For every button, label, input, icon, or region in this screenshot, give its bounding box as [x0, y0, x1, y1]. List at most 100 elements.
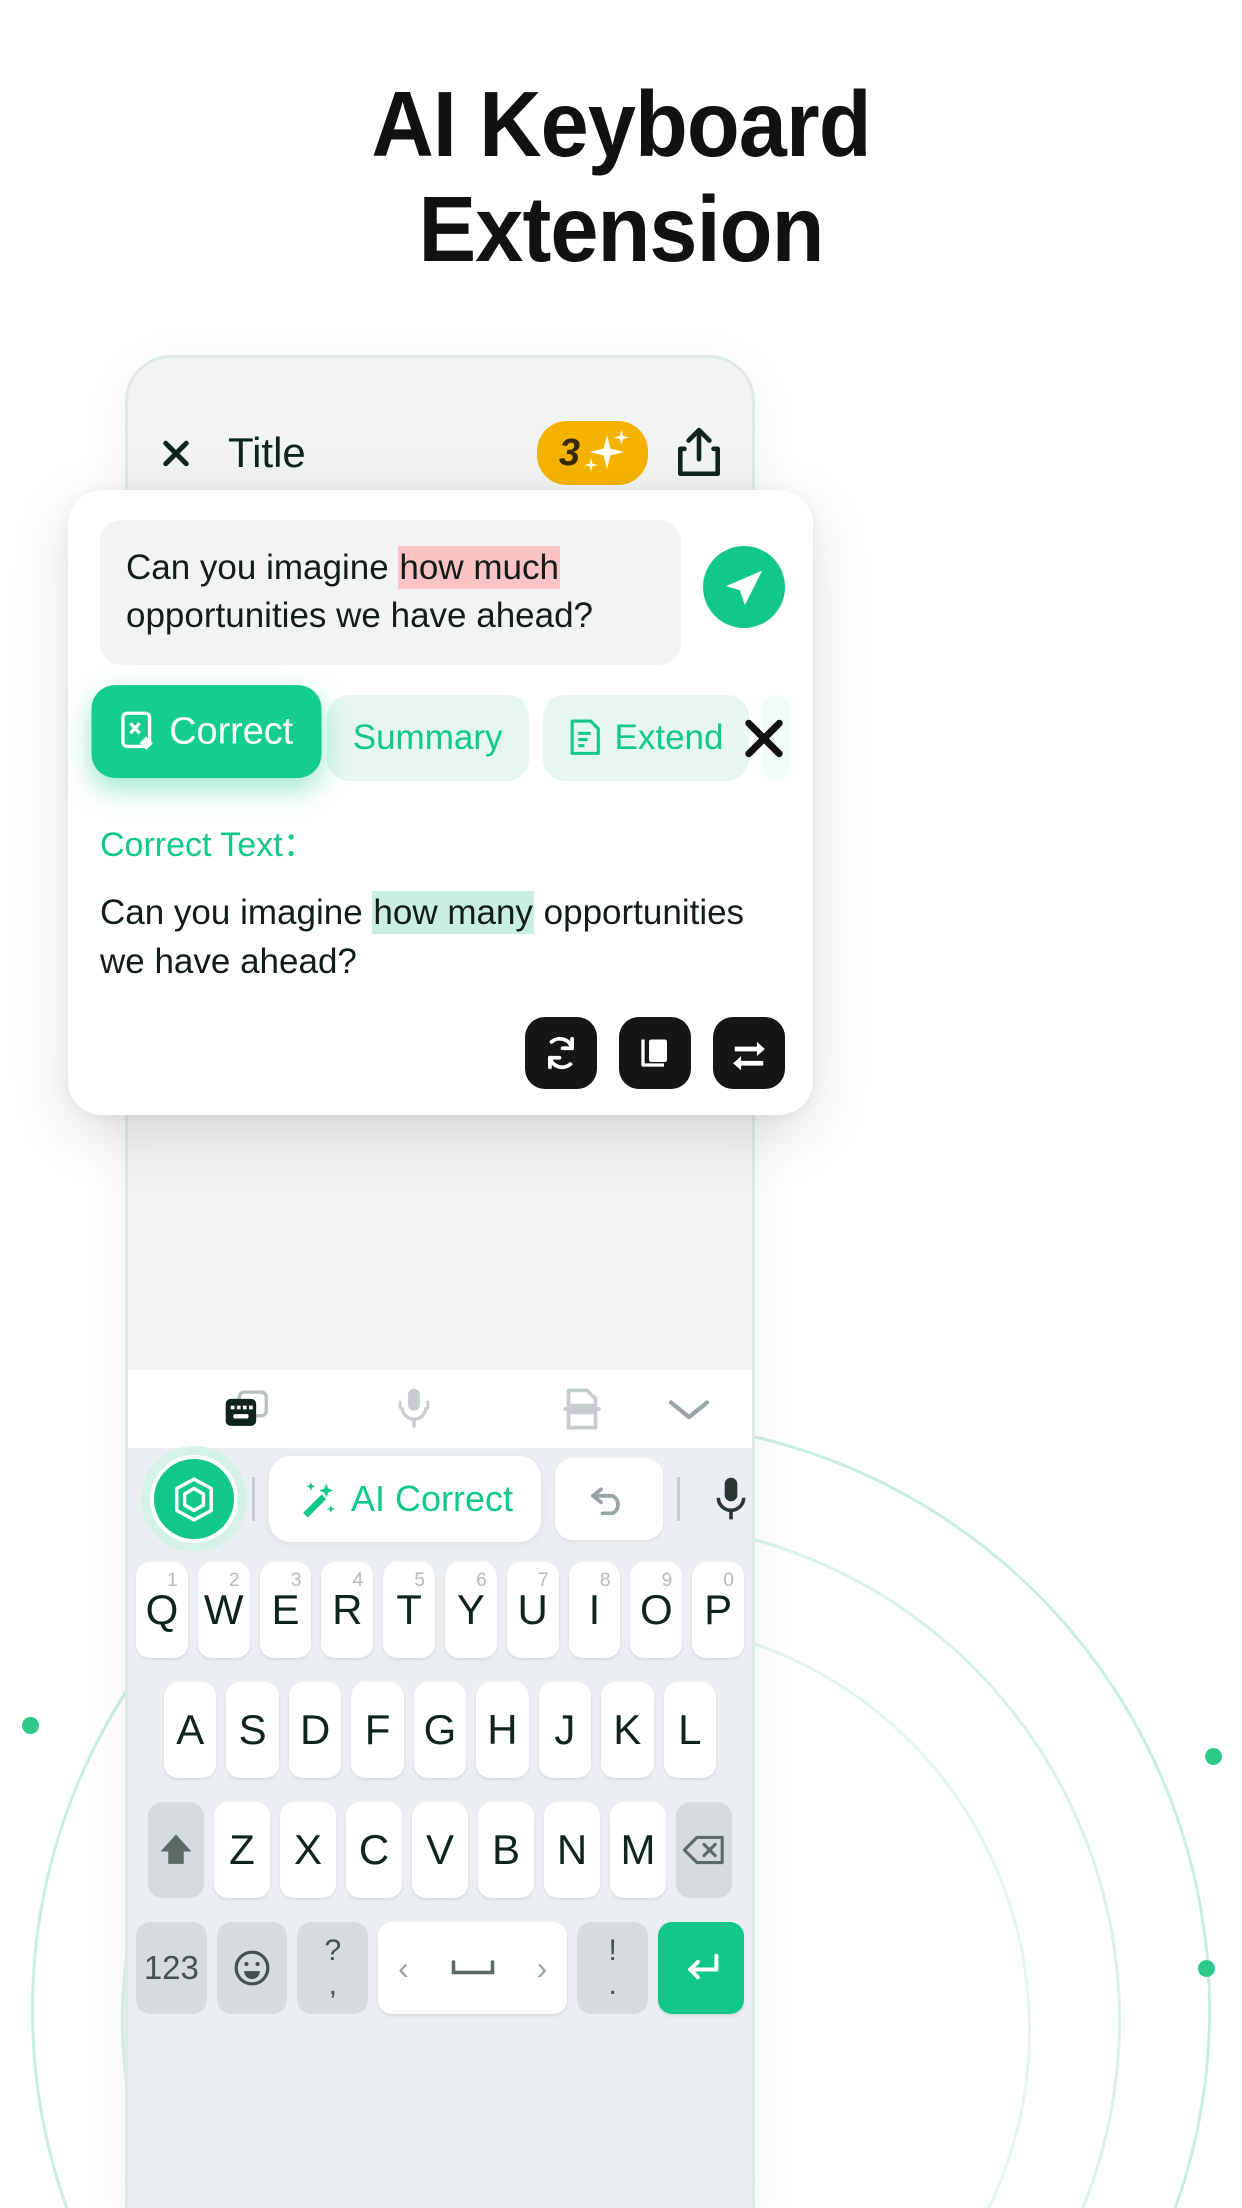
key-l[interactable]: L	[663, 1682, 716, 1778]
credits-badge[interactable]: 3	[536, 421, 648, 485]
keyboard-icon[interactable]	[162, 1390, 330, 1428]
punctuation-left-key[interactable]: ? ,	[297, 1922, 369, 2014]
close-icon[interactable]	[156, 433, 196, 473]
key-o[interactable]: 9O	[630, 1562, 683, 1658]
key-letter: E	[271, 1586, 300, 1633]
result-before: Can you imagine	[100, 892, 373, 932]
tab-correct[interactable]: Correct	[91, 684, 322, 778]
send-button[interactable]	[703, 546, 785, 628]
shift-key[interactable]	[148, 1802, 204, 1898]
key-u[interactable]: 7U	[506, 1562, 559, 1658]
key-number: 3	[290, 1570, 302, 1591]
keyboard-row-1: 1Q2W3E4R5T6Y7U8I9O0P	[128, 1550, 752, 1670]
key-number: 7	[538, 1570, 549, 1591]
key-b[interactable]: B	[478, 1802, 534, 1898]
microphone-icon[interactable]	[330, 1387, 498, 1431]
key-w[interactable]: 2W	[197, 1562, 250, 1658]
key-i[interactable]: 8I	[568, 1562, 621, 1658]
key-letter: R	[332, 1586, 363, 1633]
key-v[interactable]: V	[412, 1802, 468, 1898]
key-m[interactable]: M	[610, 1802, 666, 1898]
key-number: 9	[661, 1570, 673, 1591]
chevron-down-icon[interactable]	[666, 1396, 718, 1422]
key-r[interactable]: 4R	[321, 1562, 374, 1658]
key-x[interactable]: X	[280, 1802, 336, 1898]
send-icon	[725, 570, 763, 606]
space-icon	[451, 1960, 495, 1975]
document-icon[interactable]	[498, 1387, 666, 1431]
tab-summary-label: Summary	[352, 717, 503, 757]
credits-count: 3	[558, 432, 580, 474]
result-text: Can you imagine how many opportunities w…	[100, 888, 785, 987]
punctuation-right-key[interactable]: ! .	[577, 1922, 648, 2014]
ai-assist-card: Can you imagine how much opportunities w…	[68, 490, 813, 1115]
microphone-icon[interactable]	[694, 1462, 752, 1536]
key-number: 2	[229, 1570, 240, 1591]
key-f[interactable]: F	[351, 1682, 404, 1778]
key-p[interactable]: 0P	[692, 1562, 744, 1658]
key-letter: Y	[456, 1586, 485, 1633]
numeric-key[interactable]: 123	[136, 1922, 207, 2014]
keyboard-row-4: 123 ? , ‹ › ! .	[128, 1910, 752, 2026]
key-d[interactable]: D	[288, 1682, 342, 1778]
decorative-dot	[1205, 1748, 1222, 1765]
copy-icon	[641, 1039, 667, 1067]
page-title: AI Keyboard Extension	[43, 72, 1198, 282]
extend-doc-icon	[570, 719, 600, 755]
copy-button[interactable]	[619, 1016, 691, 1089]
key-c[interactable]: C	[346, 1802, 402, 1898]
key-y[interactable]: 6Y	[445, 1562, 497, 1658]
sparkles-icon	[584, 430, 630, 476]
virtual-keyboard: AI Correct 1Q2W3E4R5T6Y 7 U 8 I 9 O 0 P …	[128, 1370, 752, 2208]
key-e[interactable]: 3E	[259, 1562, 312, 1658]
key-z[interactable]: Z	[214, 1802, 270, 1898]
enter-key[interactable]	[657, 1922, 744, 2014]
divider	[677, 1477, 681, 1521]
key-h[interactable]: H	[476, 1682, 529, 1778]
source-text-input[interactable]: Can you imagine how much opportunities w…	[100, 520, 681, 665]
arrow-left-icon[interactable]: ‹	[398, 1950, 409, 1987]
backspace-key[interactable]	[676, 1802, 732, 1898]
undo-button[interactable]	[555, 1458, 664, 1540]
result-label: Correct Text：	[100, 825, 317, 864]
page-title-text: Title	[228, 429, 306, 476]
close-tabs-button[interactable]	[737, 711, 791, 765]
key-letter: O	[639, 1586, 673, 1633]
key-letter: I	[588, 1586, 601, 1633]
key-letter: Q	[145, 1586, 179, 1633]
regenerate-button[interactable]	[525, 1016, 597, 1089]
divider	[252, 1477, 255, 1521]
tab-summary[interactable]: Summary	[326, 694, 529, 781]
ai-correct-label: AI Correct	[351, 1478, 514, 1519]
key-number: 6	[476, 1570, 487, 1591]
source-text-after: opportunities we have ahead?	[126, 596, 594, 636]
decorative-dot	[22, 1717, 39, 1734]
result-highlight: how many	[372, 890, 534, 934]
key-letter: P	[704, 1586, 733, 1633]
key-number: 0	[723, 1570, 734, 1591]
ai-correct-chip[interactable]: AI Correct	[269, 1456, 542, 1542]
key-number: 1	[167, 1570, 178, 1591]
space-key[interactable]: ‹ ›	[378, 1922, 568, 2014]
key-number: 5	[414, 1570, 425, 1591]
tab-correct-label: Correct	[169, 709, 294, 752]
source-text-before: Can you imagine	[126, 548, 399, 587]
key-k[interactable]: K	[601, 1682, 654, 1778]
app-logo-icon[interactable]	[141, 1446, 247, 1552]
key-letter: T	[396, 1586, 422, 1633]
share-icon[interactable]	[674, 426, 724, 480]
key-j[interactable]: J	[538, 1682, 592, 1778]
emoji-key[interactable]	[216, 1922, 288, 2014]
key-a[interactable]: A	[164, 1682, 217, 1778]
key-q[interactable]: 1Q	[136, 1562, 188, 1658]
replace-button[interactable]	[713, 1016, 785, 1089]
result-actions	[100, 1016, 785, 1089]
punct-bottom: .	[608, 1968, 617, 2001]
tab-extend[interactable]: Extend	[542, 694, 750, 781]
key-g[interactable]: G	[413, 1682, 467, 1778]
key-n[interactable]: N	[544, 1802, 600, 1898]
refresh-icon	[548, 1036, 574, 1070]
key-t[interactable]: 5T	[383, 1562, 435, 1658]
key-s[interactable]: S	[226, 1682, 279, 1778]
arrow-right-icon[interactable]: ›	[537, 1950, 548, 1987]
